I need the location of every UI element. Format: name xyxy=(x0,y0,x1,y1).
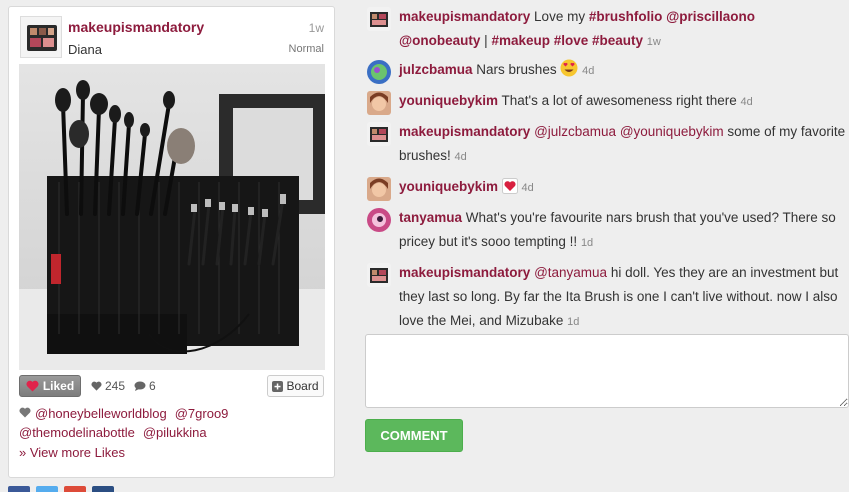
comment-username[interactable]: makeupismandatory xyxy=(399,9,530,24)
post-time: 1w xyxy=(308,21,324,35)
comment-item: makeupismandatory Love my #brushfolio @p… xyxy=(365,5,849,54)
comment-username[interactable]: youniquebykim xyxy=(399,179,498,194)
plus-icon xyxy=(272,380,284,392)
comment-text: That's a lot of awesomeness right there xyxy=(501,93,737,108)
comments-icon xyxy=(134,381,146,391)
post-filter: Normal xyxy=(288,43,324,55)
commenter-avatar[interactable] xyxy=(367,208,391,232)
commenter-avatar[interactable] xyxy=(367,177,391,201)
comment-time: 1d xyxy=(580,237,594,249)
like-count-value: 245 xyxy=(105,379,126,393)
heart-icon xyxy=(19,407,31,418)
comment-text: What's you're favourite nars brush that … xyxy=(399,210,836,249)
commenter-avatar[interactable] xyxy=(367,91,391,115)
mention-link[interactable]: @onobeauty xyxy=(399,33,480,48)
comment-item: youniquebykim That's a lot of awesomenes… xyxy=(365,89,849,115)
mention-link[interactable]: @priscillaono xyxy=(662,9,755,24)
comments-list: makeupismandatory Love my #brushfolio @p… xyxy=(365,5,849,334)
comment-time: 4d xyxy=(454,151,467,163)
liker-link[interactable]: @honeybelleworldblog xyxy=(35,406,167,421)
smiling-heart-eyes-emoji xyxy=(560,59,578,77)
commenter-avatar[interactable] xyxy=(367,122,391,146)
commenter-avatar[interactable] xyxy=(367,60,391,84)
hashtag-link[interactable]: #makeup xyxy=(491,33,550,48)
heart-emoji xyxy=(501,178,518,194)
liked-label: Liked xyxy=(42,379,75,393)
post-username[interactable]: makeupismandatory xyxy=(68,19,204,35)
mention-link[interactable]: @julzcbamua xyxy=(534,124,616,139)
twitter-share-icon[interactable] xyxy=(36,486,58,492)
comment-count-value: 6 xyxy=(149,379,156,393)
comment-username[interactable]: makeupismandatory xyxy=(399,124,530,139)
tumblr-share-icon[interactable] xyxy=(92,486,114,492)
comment-text: Nars brushes xyxy=(476,62,557,77)
post-card: makeupismandatory 1w Diana Normal Liked … xyxy=(8,6,335,478)
comment-item: tanyamua What's you're favourite nars br… xyxy=(365,206,849,255)
comment-item: youniquebykim 4d xyxy=(365,175,849,201)
comment-input[interactable] xyxy=(365,334,849,408)
share-buttons xyxy=(8,486,114,492)
liker-link[interactable]: @7groo9 xyxy=(175,406,229,421)
hashtag-link[interactable]: #love xyxy=(550,33,589,48)
comment-username[interactable]: julzcbamua xyxy=(399,62,473,77)
commenter-avatar[interactable] xyxy=(367,7,391,31)
post-caption: Diana xyxy=(68,42,102,57)
heart-icon xyxy=(26,380,39,392)
view-more-likes-link[interactable]: » View more Likes xyxy=(19,445,125,460)
google-plus-share-icon[interactable] xyxy=(64,486,86,492)
comment-count[interactable]: 6 xyxy=(134,379,156,393)
mention-link[interactable]: @youniquebykim xyxy=(620,124,724,139)
comment-time: 1w xyxy=(646,36,661,48)
comment-item: julzcbamua Nars brushes 4d xyxy=(365,58,849,84)
comment-time: 4d xyxy=(582,65,595,77)
facebook-share-icon[interactable] xyxy=(8,486,30,492)
comment-button[interactable]: COMMENT xyxy=(365,419,463,452)
liker-link[interactable]: @pilukkina xyxy=(143,425,207,440)
comment-username[interactable]: youniquebykim xyxy=(399,93,498,108)
comment-username[interactable]: tanyamua xyxy=(399,210,462,225)
comment-time: 4d xyxy=(740,96,753,108)
commenter-avatar[interactable] xyxy=(367,263,391,287)
board-label: Board xyxy=(286,379,319,393)
comment-item: makeupismandatory @julzcbamua @youniqueb… xyxy=(365,120,849,169)
post-photo[interactable] xyxy=(19,64,325,370)
like-count[interactable]: 245 xyxy=(91,379,125,393)
comment-username[interactable]: makeupismandatory xyxy=(399,265,530,280)
hashtag-link[interactable]: #beauty xyxy=(588,33,643,48)
liked-button[interactable]: Liked xyxy=(19,375,81,397)
comment-time: 1d xyxy=(567,316,580,328)
comment-text: | xyxy=(480,33,492,48)
comment-time: 4d xyxy=(521,182,534,194)
comment-text: Love my xyxy=(530,9,589,24)
post-avatar[interactable] xyxy=(20,16,62,58)
heart-icon xyxy=(91,381,102,391)
board-button[interactable]: Board xyxy=(267,375,324,397)
likers-list: @honeybelleworldblog @7groo9 @themodelinab… xyxy=(19,404,319,442)
hashtag-link[interactable]: #brushfolio xyxy=(589,9,663,24)
comment-item: makeupismandatory @tanyamua hi doll. Yes… xyxy=(365,261,849,334)
liker-link[interactable]: @themodelinabottle xyxy=(19,425,135,440)
mention-link[interactable]: @tanyamua xyxy=(534,265,607,280)
